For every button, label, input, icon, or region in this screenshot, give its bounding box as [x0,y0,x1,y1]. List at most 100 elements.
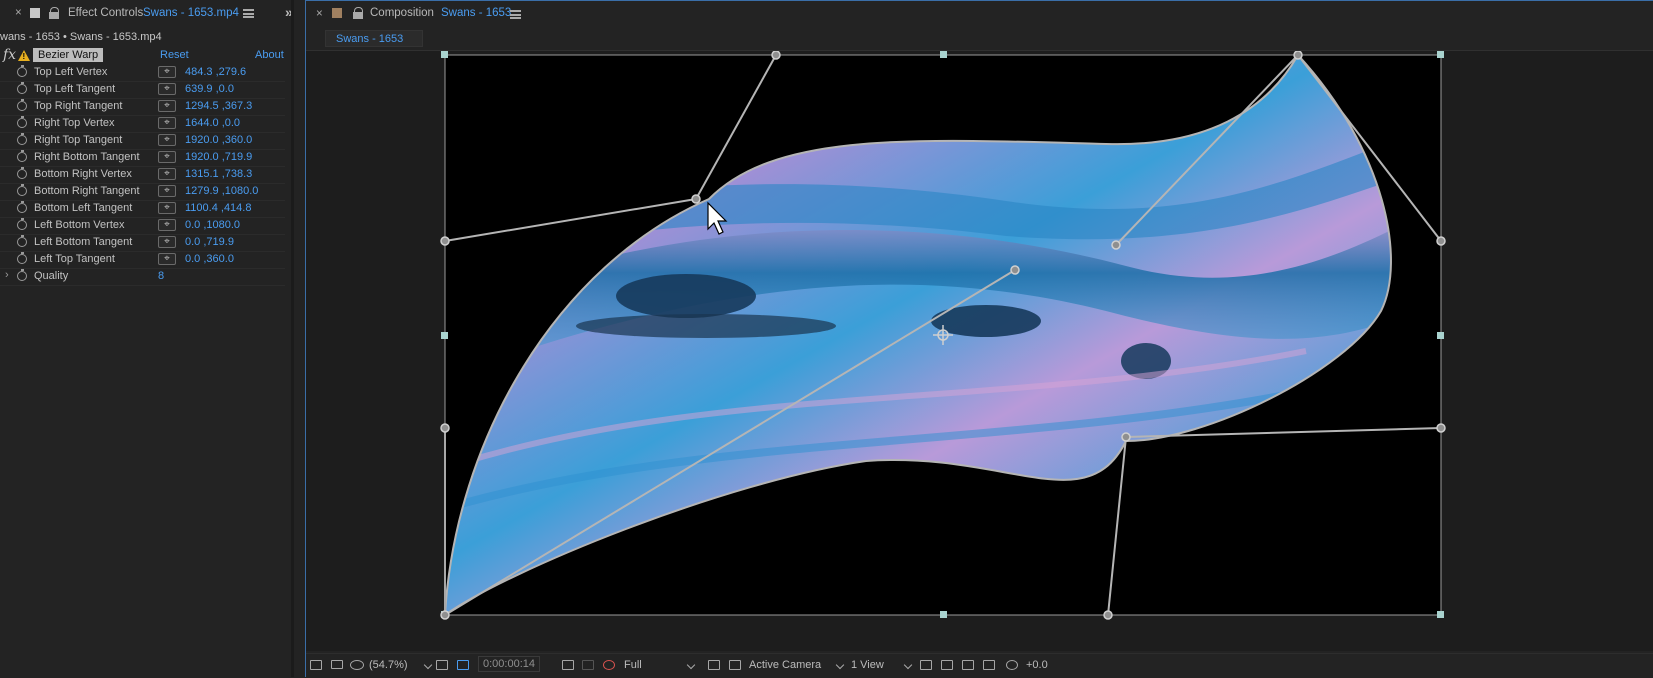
stopwatch-icon[interactable] [17,200,27,213]
panel-divider[interactable] [291,0,294,677]
fast-previews-icon[interactable] [708,660,720,670]
property-label: Right Bottom Tangent [34,151,140,163]
property-row[interactable]: Left Bottom Vertex ⌖ 0.0 ,1080.0 [0,217,285,235]
transparency-grid-icon[interactable] [729,660,741,670]
reset-link[interactable]: Reset [160,49,189,61]
crosshair-target-icon[interactable]: ⌖ [158,236,176,248]
crosshair-target-icon[interactable]: ⌖ [158,185,176,197]
fast-preview-mode-icon[interactable] [941,660,953,670]
always-preview-icon[interactable] [310,660,322,670]
stopwatch-icon[interactable] [17,149,27,162]
zoom-value: (54.7%) [369,659,408,671]
property-row[interactable]: Bottom Left Tangent ⌖ 1100.4 ,414.8 [0,200,285,218]
about-link[interactable]: About [255,49,284,61]
timeline-icon[interactable] [962,660,974,670]
mask-visibility-icon[interactable] [350,660,364,670]
property-label: Left Bottom Vertex [34,219,125,231]
close-tab-icon[interactable]: × [15,7,22,19]
crosshair-target-icon[interactable]: ⌖ [158,253,176,265]
effect-name[interactable]: Bezier Warp [33,48,104,62]
crosshair-target-icon[interactable]: ⌖ [158,117,176,129]
camera-snapshot-icon[interactable] [562,660,574,670]
stopwatch-icon[interactable] [17,217,27,230]
stopwatch-icon[interactable] [17,234,27,247]
stopwatch-icon[interactable] [17,115,27,128]
crosshair-target-icon[interactable]: ⌖ [158,202,176,214]
reset-exposure-icon[interactable] [1006,660,1018,670]
crosshair-target-icon[interactable]: ⌖ [158,168,176,180]
view-layout-value: 1 View [851,659,884,671]
resolution-dropdown[interactable]: Full [624,657,696,673]
property-label: Quality [34,270,69,282]
property-value[interactable]: 1644.0 ,0.0 [185,117,240,129]
composition-viewer[interactable] [306,51,1653,651]
camera-dropdown[interactable]: Active Camera [749,657,845,673]
property-value[interactable]: 639.9 ,0.0 [185,83,234,95]
color-channels-icon[interactable] [603,660,615,670]
stopwatch-icon[interactable] [17,166,27,179]
close-tab-icon[interactable]: × [316,8,323,20]
zoom-dropdown[interactable]: (54.7%) [369,657,433,673]
property-row[interactable]: Bottom Right Vertex ⌖ 1315.1 ,738.3 [0,166,285,184]
twirl-arrow-icon[interactable]: › [5,269,9,281]
property-row[interactable]: Left Bottom Tangent ⌖ 0.0 ,719.9 [0,234,285,252]
property-row[interactable]: Top Right Tangent ⌖ 1294.5 ,367.3 [0,98,285,116]
property-row[interactable]: Left Top Tangent ⌖ 0.0 ,360.0 [0,251,285,269]
composition-subtab[interactable]: Swans - 1653 [325,30,423,47]
stopwatch-icon[interactable] [17,64,27,77]
crosshair-target-icon[interactable]: ⌖ [158,151,176,163]
flowchart-icon[interactable] [983,660,995,670]
panel-menu-icon[interactable] [510,10,521,19]
effect-header-row[interactable]: fx ! Bezier Warp Reset About [0,47,285,64]
stopwatch-icon[interactable] [17,183,27,196]
property-row[interactable]: Right Top Vertex ⌖ 1644.0 ,0.0 [0,115,285,133]
tab-title-composition: Swans - 1653 [441,7,512,19]
crosshair-target-icon[interactable]: ⌖ [158,66,176,78]
panel-menu-icon[interactable] [243,9,254,18]
stopwatch-icon[interactable] [17,81,27,94]
property-row[interactable]: Bottom Right Tangent ⌖ 1279.9 ,1080.0 [0,183,285,201]
show-snapshot-icon[interactable] [582,660,594,670]
crosshair-target-icon[interactable]: ⌖ [158,83,176,95]
property-value[interactable]: 1294.5 ,367.3 [185,100,252,112]
toggle-pixel-aspect-icon[interactable] [920,660,932,670]
warning-icon: ! [18,50,30,61]
property-value[interactable]: 1100.4 ,414.8 [185,202,251,214]
exposure-value[interactable]: +0.0 [1026,659,1048,671]
crosshair-target-icon[interactable]: ⌖ [158,100,176,112]
fx-toggle[interactable]: fx [3,47,16,63]
property-label: Left Top Tangent [34,253,115,265]
effect-controls-tab[interactable]: × Effect Controls Swans - 1653.mp4 [0,0,290,28]
property-label: Left Bottom Tangent [34,236,133,248]
composition-color-label-icon[interactable] [332,8,342,18]
property-value[interactable]: 1315.1 ,738.3 [185,168,252,180]
property-row[interactable]: Right Top Tangent ⌖ 1920.0 ,360.0 [0,132,285,150]
property-value[interactable]: 484.3 ,279.6 [185,66,246,78]
composition-tab[interactable]: × Composition Swans - 1653 [305,2,1653,28]
stopwatch-icon[interactable] [17,251,27,264]
timecode-field[interactable]: 0:00:00:14 [478,656,540,672]
stopwatch-icon[interactable] [17,132,27,145]
property-value[interactable]: 1920.0 ,719.9 [185,151,252,163]
stopwatch-icon[interactable] [17,98,27,111]
property-value[interactable]: 0.0 ,360.0 [185,253,234,265]
crosshair-target-icon[interactable]: ⌖ [158,219,176,231]
property-value[interactable]: 1279.9 ,1080.0 [185,185,258,197]
stopwatch-icon[interactable] [17,268,27,281]
property-row[interactable]: Top Left Tangent ⌖ 639.9 ,0.0 [0,81,285,99]
panel-lock-square-icon[interactable] [30,8,40,18]
tab-title-prefix: Composition [370,7,434,19]
property-value[interactable]: 1920.0 ,360.0 [185,134,252,146]
property-row[interactable]: Right Bottom Tangent ⌖ 1920.0 ,719.9 [0,149,285,167]
property-value[interactable]: 8 [158,270,164,282]
property-value[interactable]: 0.0 ,719.9 [185,236,234,248]
monitor-icon[interactable] [331,660,343,669]
property-row-quality[interactable]: › Quality 8 [0,268,285,286]
crosshair-target-icon[interactable]: ⌖ [158,134,176,146]
region-of-interest-icon[interactable] [457,660,469,670]
property-row[interactable]: Top Left Vertex ⌖ 484.3 ,279.6 [0,64,285,82]
property-value[interactable]: 0.0 ,1080.0 [185,219,240,231]
view-layout-dropdown[interactable]: 1 View [851,657,913,673]
grid-guide-icon[interactable] [436,660,448,670]
viewer-canvas[interactable] [306,51,1653,651]
